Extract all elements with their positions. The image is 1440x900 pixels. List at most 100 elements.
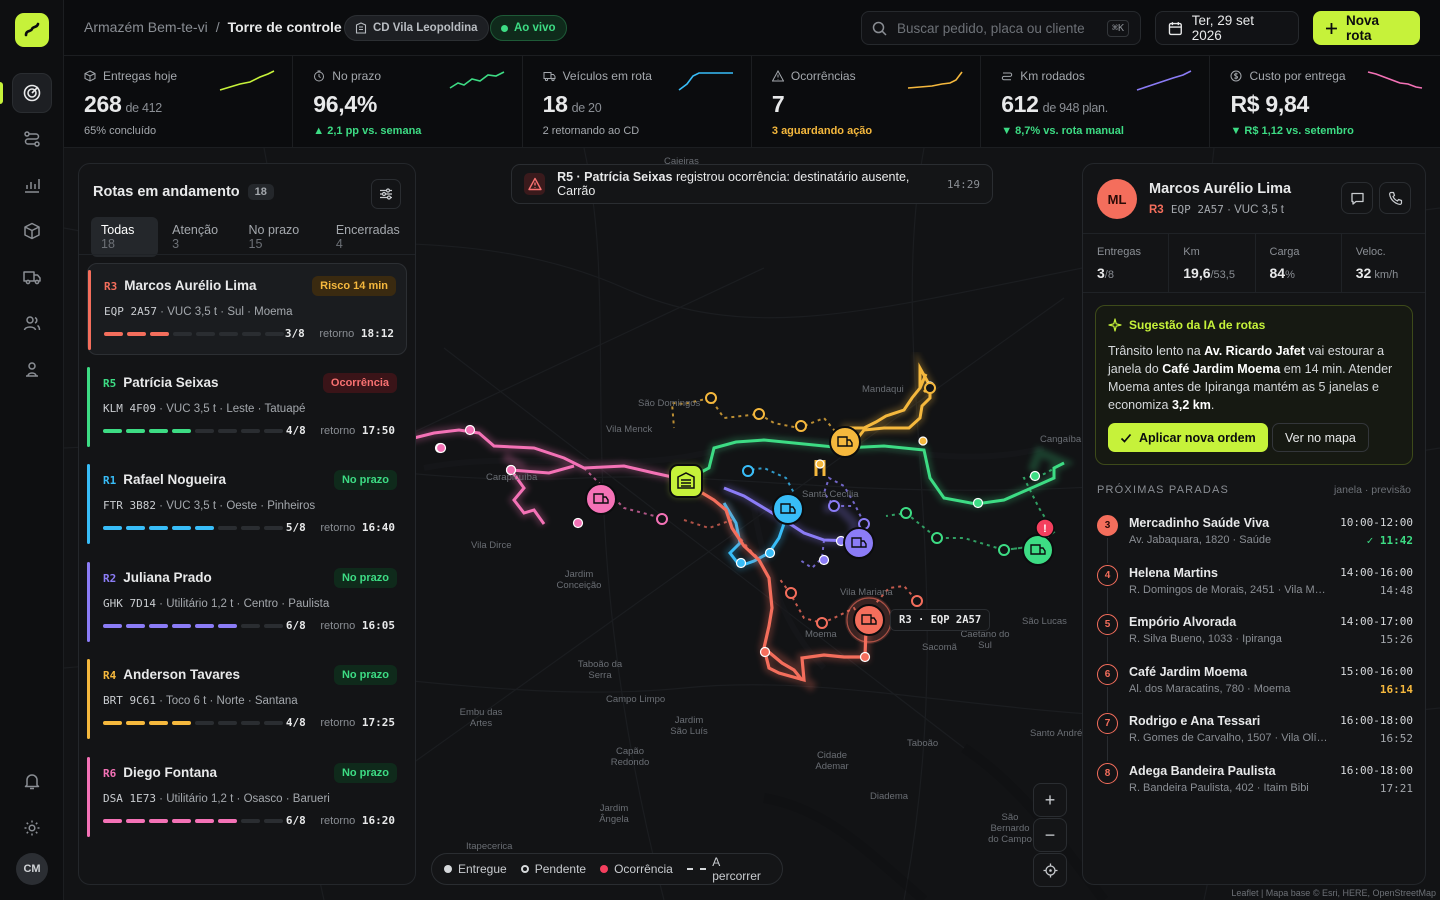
stop-item[interactable]: 5 Empório Alvorada R. Silva Bueno, 1033 … [1097, 614, 1413, 662]
sparkline-on-time [449, 71, 504, 89]
nav-fleet[interactable] [12, 257, 52, 297]
stop-address: R. Silva Bueno, 1033 · Ipiranga [1129, 633, 1282, 645]
nav-inventory[interactable] [12, 211, 52, 251]
live-dot-icon [501, 24, 508, 32]
zoom-out-button[interactable]: − [1033, 818, 1067, 852]
vehicle-marker-r3[interactable] [845, 596, 893, 644]
new-route-button[interactable]: Nova rota [1313, 11, 1420, 45]
kpi-subtext: ▲ 2,1 pp vs. semana [313, 125, 422, 137]
nav-notifications[interactable] [12, 761, 52, 801]
legend-incident: Ocorrência [600, 862, 673, 876]
zoom-in-button[interactable]: + [1033, 783, 1067, 817]
box-icon [84, 70, 96, 82]
locate-button[interactable] [1033, 853, 1067, 887]
filter-button[interactable] [371, 179, 401, 209]
route-progress [104, 332, 284, 336]
map-label: Diadema [870, 791, 909, 802]
route-card-r2[interactable]: R2 Juliana Prado No prazo GHK 7D14 · Util… [87, 556, 407, 648]
progress-segment [195, 428, 214, 433]
breadcrumb-company[interactable]: Armazém Bem-te-vi [84, 19, 208, 35]
kpi-vehicles[interactable]: Veículos em rota 18 de 20 2 retornando ao… [523, 56, 752, 148]
kpi-cost[interactable]: Custo por entrega R$ 9,84 ▼ R$ 1,12 vs. … [1210, 56, 1439, 148]
search-input[interactable] [897, 20, 1097, 36]
stop-name: Helena Martins [1129, 565, 1218, 580]
route-meta: BRT 9C61 · Toco 6 t · Norte · Santana [103, 694, 298, 707]
ai-message: Trânsito lento na Av. Ricardo Jafet vai … [1108, 344, 1393, 412]
kpi-deliveries[interactable]: Entregas hoje 268 de 412 65% concluído [64, 56, 294, 148]
tab-on-time[interactable]: No prazo 15 [239, 217, 322, 257]
vehicle-marker-r4[interactable] [829, 426, 861, 458]
view-on-map-button[interactable]: Ver no mapa [1272, 423, 1369, 452]
nav-analytics[interactable] [12, 165, 52, 205]
stop-item[interactable]: 3 Mercadinho Saúde Viva Av. Jabaquara, 1… [1097, 515, 1413, 563]
route-meta: EQP 2A57 · VUC 3,5 t · Sul · Moema [104, 305, 293, 318]
apply-new-order-button[interactable]: Aplicar nova ordem [1108, 423, 1268, 452]
progress-segment [149, 428, 168, 433]
route-code: R1 [103, 474, 117, 487]
search-box[interactable]: ⌘K [861, 11, 1141, 45]
map-attribution[interactable]: Leaflet | Mapa base © Esri, HERE, OpenSt… [1231, 888, 1436, 898]
stop-item[interactable]: 7 Rodrigo e Ana Tessari R. Gomes de Carv… [1097, 713, 1413, 761]
stop-item[interactable]: 6 Café Jardim Moema Al. dos Maracatins, … [1097, 663, 1413, 712]
stop-item[interactable]: 4 Helena Martins R. Domingos de Morais, … [1097, 564, 1413, 613]
tab-attention[interactable]: Atenção 3 [162, 217, 234, 257]
call-button[interactable] [1379, 182, 1411, 214]
kpi-incidents[interactable]: Ocorrências 7 3 aguardando ação [752, 56, 982, 148]
stop-connector [1107, 587, 1108, 613]
sparkle-icon [1108, 318, 1122, 332]
progress-segment [264, 623, 283, 628]
search-shortcut: ⌘K [1107, 19, 1130, 37]
stop-item[interactable]: 8 Adega Bandeira Paulista R. Bandeira Pa… [1097, 762, 1413, 811]
map-label: Santo André [1030, 728, 1083, 739]
route-card-r3[interactable]: R3 Marcos Aurélio Lima Risco 14 min EQP 2… [87, 263, 407, 355]
nav-customers[interactable] [12, 349, 52, 389]
route-detail-panel: ML Marcos Aurélio Lima R3 EQP 2A57 · VUC… [1082, 163, 1426, 885]
stop-address: Al. dos Maracatins, 780 · Moema [1129, 682, 1291, 695]
tab-all[interactable]: Todas 18 [91, 217, 159, 257]
map-label: Mandaqui [862, 384, 904, 395]
vehicle-tag-r3[interactable]: R3 · EQP 2A57 [890, 609, 991, 631]
stop-address: R. Gomes de Carvalho, 1507 · Vila Olímpi… [1129, 732, 1329, 744]
breadcrumb: Armazém Bem-te-vi / Torre de controle [84, 19, 342, 35]
kpi-km[interactable]: Km rodados 612 de 948 plan. ▼ 8,7% vs. ro… [981, 56, 1211, 148]
message-button[interactable] [1341, 182, 1373, 214]
app-logo[interactable] [15, 13, 49, 47]
route-status: 4/8 retorno 17:25 [285, 716, 395, 729]
site-selector[interactable]: CD Vila Leopoldina [344, 15, 489, 41]
route-stats: Entregas 3/8 Km 19,6/53,5 Carga 84% Veloc. 3… [1083, 233, 1425, 293]
kpi-label: Custo por entrega [1249, 69, 1346, 83]
coin-icon [1230, 70, 1242, 82]
vehicle-marker-r1[interactable] [772, 493, 804, 525]
route-icon [1002, 72, 1013, 81]
user-avatar[interactable]: CM [16, 853, 48, 885]
sparkline-deliveries [220, 70, 275, 91]
nav-drivers[interactable] [12, 303, 52, 343]
active-indicator [0, 82, 3, 104]
stat-load: Carga 84% [1256, 234, 1342, 292]
driver-name: Marcos Aurélio Lima [1149, 181, 1292, 197]
route-card-r6[interactable]: R6 Diego Fontana No prazo DSA 1E73 · Util… [87, 751, 407, 843]
tab-closed[interactable]: Encerradas 4 [326, 217, 415, 257]
nav-control-tower[interactable] [12, 73, 52, 113]
ai-title: Sugestão da IA de rotas [1129, 318, 1266, 332]
route-card-r4[interactable]: R4 Anderson Tavares No prazo BRT 9C61 · T… [87, 653, 407, 745]
route-meta: DSA 1E73 · Utilitário 1,2 t · Osasco · B… [103, 791, 330, 805]
progress-segment [149, 721, 168, 725]
vehicle-marker-r6[interactable] [585, 483, 617, 515]
chat-icon [1350, 192, 1364, 205]
stop-eta: 16:52 [1379, 732, 1413, 745]
route-card-r5[interactable]: R5 Patrícia Seixas Ocorrência KLM 4F09 · … [87, 361, 407, 453]
nav-settings[interactable] [12, 808, 52, 848]
nav-routes[interactable] [12, 119, 52, 159]
kpi-suffix: de 948 plan. [1042, 101, 1109, 115]
date-picker-button[interactable]: Ter, 29 set 2026 [1155, 11, 1299, 45]
kpi-subtext: ▼ 8,7% vs. rota manual [1001, 125, 1124, 137]
stop-number: 8 [1097, 762, 1118, 784]
vehicle-marker-r2[interactable] [843, 527, 875, 559]
kpi-on-time[interactable]: No prazo 96,4% ▲ 2,1 pp vs. semana [293, 56, 523, 148]
incident-toast[interactable]: R5 · Patrícia Seixas registrou ocorrênci… [511, 164, 993, 204]
route-card-r1[interactable]: R1 Rafael Nogueira No prazo FTR 3B82 · VU… [87, 458, 407, 550]
depot-marker[interactable] [669, 464, 703, 498]
kpi-label: Ocorrências [790, 69, 856, 83]
map-label: Jardim Ângela [599, 803, 629, 825]
